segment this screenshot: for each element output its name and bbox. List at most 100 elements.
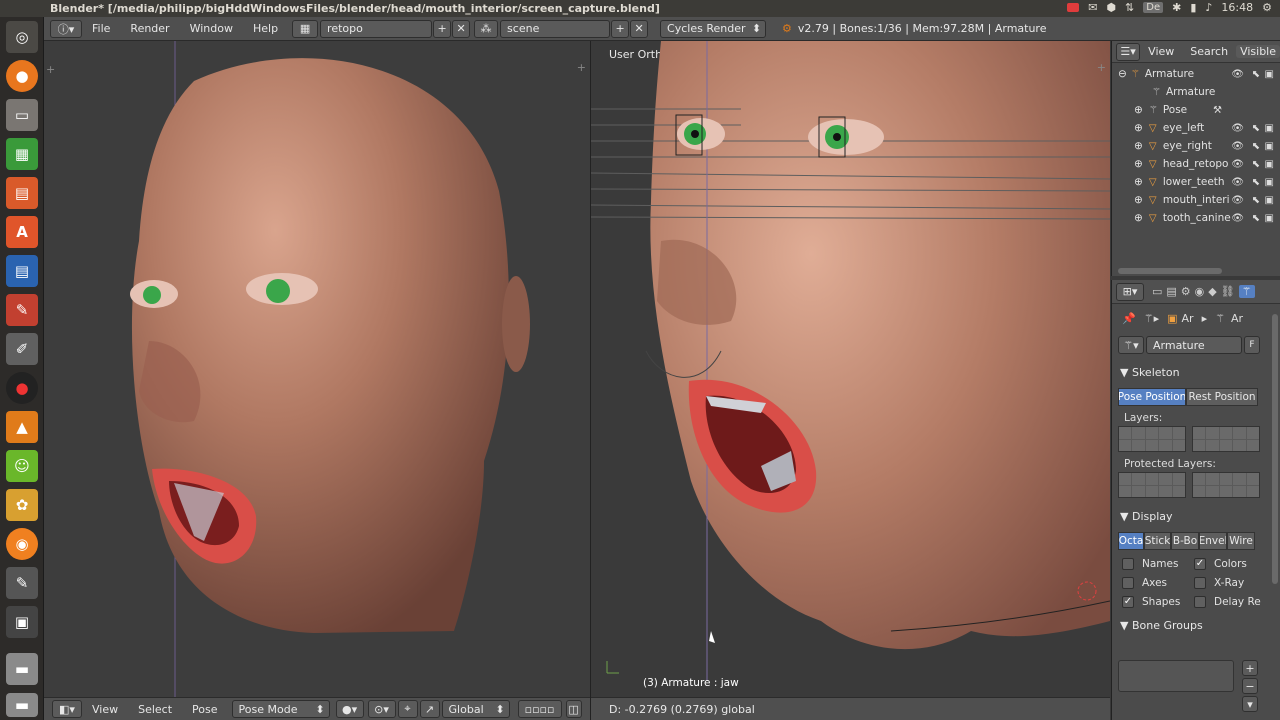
screen-layout-icon[interactable]: ▦: [292, 19, 319, 38]
editor-type-3d-icon[interactable]: ◧▾: [52, 700, 82, 718]
display-octa-button[interactable]: Octa: [1118, 532, 1144, 550]
outliner-tab-view[interactable]: View: [1140, 45, 1182, 58]
snap-icon[interactable]: ◫: [565, 700, 582, 718]
scene-icon[interactable]: ⁂: [474, 19, 499, 38]
properties-scrollbar[interactable]: [1272, 314, 1278, 584]
record-indicator-icon[interactable]: [1067, 3, 1080, 12]
bone-groups-panel-header[interactable]: ▼ Bone Groups: [1112, 615, 1280, 635]
dropbox-icon[interactable]: ⬢: [1106, 1, 1116, 14]
network-icon[interactable]: ⇅: [1125, 1, 1134, 14]
workspace-switcher-icon[interactable]: ▣: [6, 606, 38, 638]
corner-plus-icon[interactable]: +: [1097, 61, 1106, 74]
viewport-left[interactable]: + +: [44, 41, 590, 697]
render-icon[interactable]: ▣: [1265, 159, 1274, 170]
clock[interactable]: 16:48: [1221, 1, 1253, 14]
outliner-editor-icon[interactable]: ☰▾: [1116, 42, 1141, 61]
settings-gear-icon[interactable]: ⚙: [1262, 1, 1272, 14]
mode-select[interactable]: Pose Mode ⬍: [231, 700, 330, 718]
protected-layers-grid[interactable]: [1118, 472, 1280, 498]
drive-icon[interactable]: ▬: [6, 653, 38, 685]
cursor-icon[interactable]: ⬉: [1252, 123, 1260, 134]
outliner-row[interactable]: ⊕ ▽ eye_right 👁 ⬉ ▣: [1112, 137, 1280, 155]
eye-icon[interactable]: 👁: [1231, 141, 1244, 152]
software-center-icon[interactable]: A: [6, 216, 38, 248]
armature-browse-icon[interactable]: ⚚▾: [1118, 336, 1144, 354]
outliner-row[interactable]: ⊕ ▽ head_retopo 👁 ⬉ ▣: [1112, 155, 1280, 173]
eye-icon[interactable]: 👁: [1231, 159, 1244, 170]
outliner-row[interactable]: ⊕ ⚚ Pose ⚒: [1112, 101, 1280, 119]
screen-layout-field[interactable]: retopo: [320, 19, 433, 38]
corner-plus-icon[interactable]: +: [46, 63, 55, 76]
cursor-icon[interactable]: ⬉: [1252, 195, 1260, 206]
render-icon[interactable]: ▣: [1265, 69, 1274, 80]
fake-user-button[interactable]: F: [1244, 336, 1260, 354]
render-icon[interactable]: ▣: [1265, 141, 1274, 152]
pivot-point-icon[interactable]: ⊙▾: [367, 700, 396, 718]
record-app-icon[interactable]: ●: [6, 372, 38, 404]
bone-groups-list[interactable]: [1118, 660, 1234, 692]
orientation-select[interactable]: Global ⬍: [441, 700, 510, 718]
render-engine-select[interactable]: Cycles Render ⬍: [660, 19, 767, 38]
outliner-row[interactable]: ⊖ ⚚ Armature 👁 ⬉ ▣: [1112, 65, 1280, 83]
properties-editor-icon[interactable]: ⊞▾: [1116, 282, 1144, 301]
cursor-icon[interactable]: ⬉: [1252, 159, 1260, 170]
rest-position-button[interactable]: Rest Position: [1186, 388, 1258, 406]
xray-checkbox[interactable]: X-Ray: [1194, 573, 1266, 592]
display-bbone-button[interactable]: B-Bo: [1171, 532, 1199, 550]
render-icon[interactable]: ▣: [1265, 177, 1274, 188]
names-checkbox[interactable]: Names: [1122, 554, 1194, 573]
outliner-row[interactable]: ⊕ ▽ lower_teeth 👁 ⬉ ▣: [1112, 173, 1280, 191]
display-envelope-button[interactable]: Envel: [1199, 532, 1227, 550]
manipulator-icon[interactable]: ⌖: [397, 700, 418, 718]
add-bone-group-icon[interactable]: +: [1242, 660, 1258, 676]
writer-icon[interactable]: ▤: [6, 255, 38, 287]
trash-icon[interactable]: ▬: [6, 693, 38, 717]
display-stick-button[interactable]: Stick: [1144, 532, 1171, 550]
scene-field[interactable]: scene: [500, 19, 611, 38]
bone-group-menu-icon[interactable]: ▾: [1242, 696, 1258, 712]
armature-data-tab-icon[interactable]: ⚚: [1238, 285, 1255, 298]
battery-icon[interactable]: ▮: [1190, 1, 1196, 14]
display-panel-header[interactable]: ▼ Display: [1112, 506, 1280, 526]
keyboard-layout-indicator[interactable]: De: [1143, 2, 1164, 13]
impress-icon[interactable]: ▤: [6, 177, 38, 209]
cursor-icon[interactable]: ⬉: [1252, 213, 1260, 224]
pidgin-icon[interactable]: ☺: [6, 450, 38, 482]
render-icon[interactable]: ▣: [1265, 123, 1274, 134]
cursor-icon[interactable]: ⬉: [1252, 69, 1260, 80]
calc-spreadsheet-icon[interactable]: ▦: [6, 138, 38, 170]
viewport-shading-icon[interactable]: ●▾: [335, 700, 364, 718]
eye-icon[interactable]: 👁: [1231, 195, 1244, 206]
pose-position-button[interactable]: Pose Position: [1118, 388, 1186, 406]
armature-name-field[interactable]: Armature: [1146, 336, 1242, 354]
gimp-icon[interactable]: ✿: [6, 489, 38, 521]
corner-plus-icon-2[interactable]: +: [577, 61, 586, 74]
menu-window[interactable]: Window: [180, 22, 243, 35]
outliner-tab-search[interactable]: Search: [1182, 45, 1236, 58]
eye-icon[interactable]: 👁: [1231, 123, 1244, 134]
cursor-icon[interactable]: ⬉: [1252, 177, 1260, 188]
menu-render[interactable]: Render: [120, 22, 179, 35]
eye-icon[interactable]: 👁: [1231, 213, 1244, 224]
add-screen-icon[interactable]: +: [433, 19, 452, 38]
add-scene-icon[interactable]: +: [611, 19, 630, 38]
pin-icon[interactable]: 📌: [1122, 312, 1136, 325]
context-tabs-icons[interactable]: ▭▤⚙◉◆⛓: [1152, 285, 1239, 298]
remove-bone-group-icon[interactable]: −: [1242, 678, 1258, 694]
files-icon[interactable]: ▭: [6, 99, 38, 131]
axes-checkbox[interactable]: Axes: [1122, 573, 1194, 592]
outliner-row[interactable]: ⊕ ▽ mouth_interi 👁 ⬉ ▣: [1112, 191, 1280, 209]
colors-checkbox[interactable]: ✓ Colors: [1194, 554, 1266, 573]
menu-view[interactable]: View: [82, 703, 128, 716]
delete-scene-icon[interactable]: ✕: [630, 19, 649, 38]
transform-icon[interactable]: ↗: [419, 700, 440, 718]
editor-type-icon[interactable]: ⓘ▾: [50, 19, 82, 38]
render-icon[interactable]: ▣: [1265, 213, 1274, 224]
layers-grid[interactable]: [1118, 426, 1280, 452]
outliner-row[interactable]: ⚚ Armature: [1112, 83, 1280, 101]
menu-file[interactable]: File: [82, 22, 120, 35]
shapes-checkbox[interactable]: ✓ Shapes: [1122, 592, 1194, 611]
system-tools-icon[interactable]: ✎: [6, 294, 38, 326]
outliner-tab-visible[interactable]: Visible: [1236, 45, 1280, 58]
eye-icon[interactable]: 👁: [1231, 177, 1244, 188]
